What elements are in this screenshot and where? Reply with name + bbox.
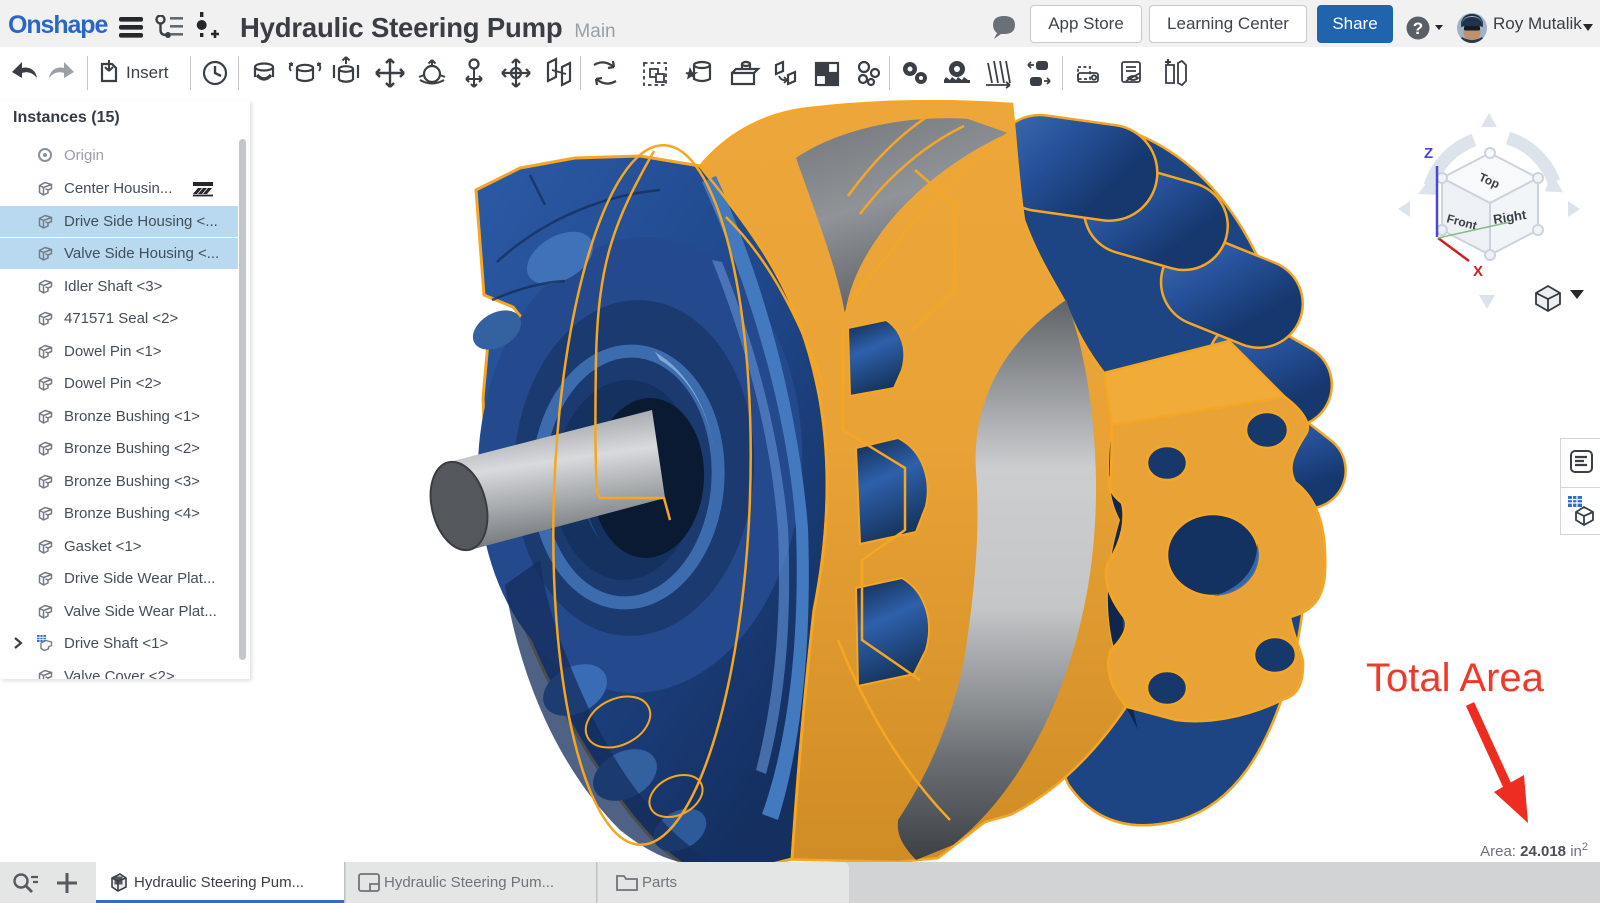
svg-text:X: X (1473, 263, 1483, 280)
svg-text:Z: Z (1424, 145, 1433, 162)
svg-text:?: ? (1413, 19, 1423, 38)
